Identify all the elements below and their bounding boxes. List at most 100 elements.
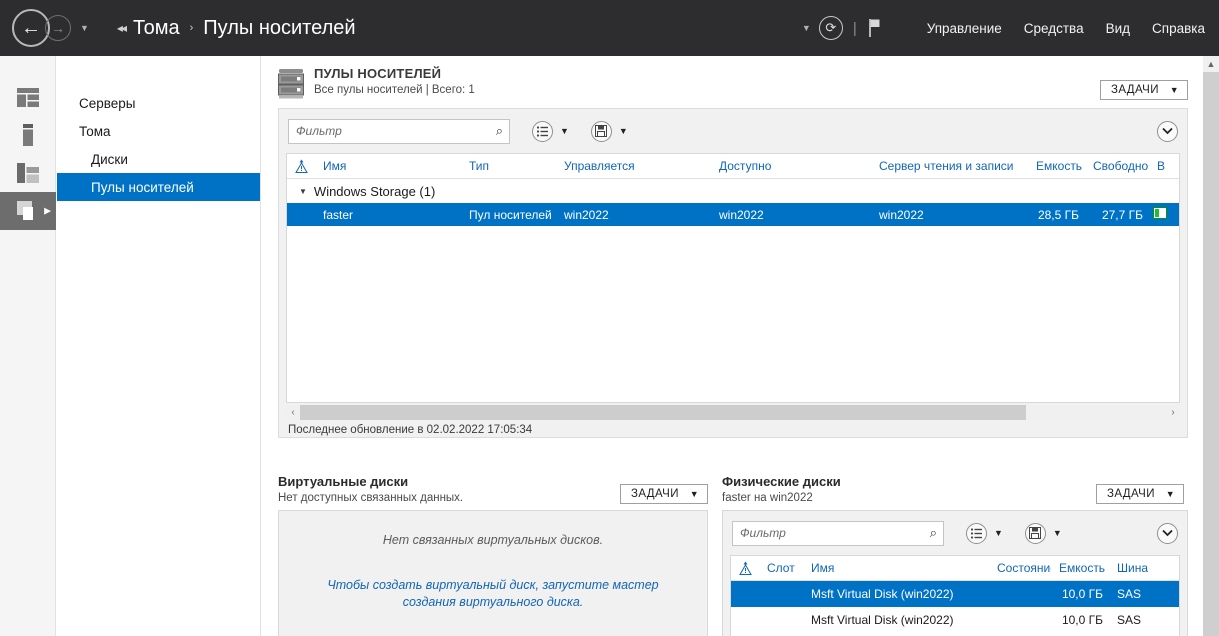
virtual-disks-header: Виртуальные диски Нет доступных связанны…	[278, 474, 708, 504]
title-bar: ← → ▼ ◂◂ Тома › Пулы носителей ▼ ⟳ | Упр…	[0, 0, 1219, 56]
tasks-label: ЗАДАЧИ	[1107, 488, 1155, 500]
sidebar-item-volumes[interactable]: Тома	[57, 117, 260, 145]
table-header-row: Имя Тип Управляется Доступно Сервер чтен…	[287, 154, 1179, 179]
cell-available-to: win2022	[711, 208, 871, 222]
forward-arrow-icon[interactable]: →	[45, 15, 71, 41]
column-header-capacity[interactable]: Емкость	[1028, 159, 1085, 173]
cell-capacity: 10,0 ГБ	[1051, 613, 1109, 627]
pools-filter-bar: ⌕ ▼ ▼	[279, 109, 1187, 153]
cell-free: 27,7 ГБ	[1085, 208, 1149, 222]
virtual-disks-panel: Виртуальные диски Нет доступных связанны…	[278, 474, 708, 636]
create-virtual-disk-link[interactable]: Чтобы создать виртуальный диск, запустит…	[279, 577, 707, 611]
menu-item-help[interactable]: Справка	[1152, 21, 1205, 36]
flag-icon[interactable]	[867, 18, 883, 38]
menu-item-view[interactable]: Вид	[1106, 21, 1130, 36]
scroll-left-icon[interactable]: ‹	[286, 407, 300, 418]
physical-disks-tasks-button[interactable]: ЗАДАЧИ ▼	[1096, 484, 1184, 504]
group-label: Windows Storage (1)	[314, 184, 435, 199]
refresh-icon[interactable]: ⟳	[819, 16, 843, 40]
search-icon[interactable]: ⌕	[930, 525, 937, 541]
column-header-capacity[interactable]: Емкость	[1051, 561, 1109, 575]
column-header-usage[interactable]: В	[1149, 159, 1167, 173]
page-vertical-scrollbar[interactable]: ▲	[1203, 56, 1219, 636]
chevron-down-icon: ▼	[1170, 85, 1179, 95]
search-input[interactable]	[733, 522, 943, 545]
notifications-chevron-icon[interactable]: ▼	[802, 23, 811, 33]
column-header-name[interactable]: Имя	[803, 561, 989, 575]
table-group-row[interactable]: ▼ Windows Storage (1)	[287, 179, 1179, 203]
virtual-disks-subtitle: Нет доступных связанных данных.	[278, 492, 463, 504]
sidebar-item-servers[interactable]: Серверы	[57, 89, 260, 117]
page-subtitle: Все пулы носителей | Всего: 1	[314, 84, 475, 96]
warning-sort-icon[interactable]	[287, 159, 315, 173]
rail-item-all-servers[interactable]	[0, 154, 56, 192]
pd-filter-input-wrap[interactable]: ⌕	[732, 521, 944, 546]
sidebar-nav: Серверы Тома Диски Пулы носителей	[57, 56, 261, 636]
physical-disks-panel: Физические диски faster на win2022 ЗАДАЧ…	[722, 474, 1188, 636]
breadcrumb: ◂◂ Тома › Пулы носителей	[117, 17, 356, 40]
collapse-chevron-icon[interactable]	[1157, 523, 1178, 544]
breadcrumb-separator-icon: ›	[190, 22, 194, 34]
sidebar-item-label: Тома	[79, 124, 111, 139]
virtual-disks-tasks-button[interactable]: ЗАДАЧИ ▼	[620, 484, 708, 504]
list-view-icon[interactable]	[966, 523, 987, 544]
chevron-down-icon[interactable]: ▼	[560, 126, 569, 136]
menu-item-manage[interactable]: Управление	[927, 21, 1002, 36]
chevron-down-icon[interactable]: ▼	[1053, 528, 1062, 538]
collapse-triangle-icon[interactable]: ▼	[299, 187, 307, 196]
sidebar-item-storage-pools[interactable]: Пулы носителей	[57, 173, 260, 201]
pd-view-options: ▼	[966, 523, 1003, 544]
pools-view-options: ▼	[532, 121, 569, 142]
physical-disks-table: Слот Имя Состояние Емкость Шина Msft Vir…	[730, 555, 1180, 636]
physical-disks-title: Физические диски	[722, 474, 841, 489]
sidebar-item-label: Серверы	[79, 96, 136, 111]
cell-managed-by: win2022	[556, 208, 711, 222]
column-header-type[interactable]: Тип	[461, 159, 556, 173]
collapse-chevron-icon[interactable]	[1157, 121, 1178, 142]
scroll-thumb[interactable]	[300, 405, 1026, 420]
column-header-read-write-server[interactable]: Сервер чтения и записи	[871, 159, 1028, 173]
table-row[interactable]: Msft Virtual Disk (win2022) 10,0 ГБ SAS	[731, 607, 1179, 633]
scroll-up-icon[interactable]: ▲	[1203, 56, 1219, 72]
sidebar-item-label: Диски	[91, 152, 128, 167]
rail-item-local-server[interactable]	[0, 116, 56, 154]
breadcrumb-item-storage-pools[interactable]: Пулы носителей	[203, 17, 355, 40]
menu-item-tools[interactable]: Средства	[1024, 21, 1084, 36]
pd-save-options: ▼	[1025, 523, 1062, 544]
sidebar-item-disks[interactable]: Диски	[57, 145, 260, 173]
search-icon[interactable]: ⌕	[496, 123, 503, 139]
table-row[interactable]: Msft Virtual Disk (win2022) 10,0 ГБ SAS	[731, 581, 1179, 607]
column-header-free[interactable]: Свободно	[1085, 159, 1149, 173]
title-bar-right: ▼ ⟳ | Управление Средства Вид Справка	[802, 0, 1219, 56]
column-header-bus[interactable]: Шина	[1109, 561, 1149, 575]
save-query-icon[interactable]	[1025, 523, 1046, 544]
column-header-name[interactable]: Имя	[315, 159, 461, 173]
chevron-down-icon[interactable]: ▼	[619, 126, 628, 136]
column-header-available-to[interactable]: Доступно	[711, 159, 871, 173]
column-header-slot[interactable]: Слот	[759, 561, 803, 575]
table-horizontal-scrollbar[interactable]: ‹ ›	[286, 405, 1180, 420]
warning-sort-icon[interactable]	[731, 561, 759, 575]
rail-item-dashboard[interactable]	[0, 78, 56, 116]
navigation-buttons: ← → ▼	[12, 9, 89, 47]
pools-tasks-button[interactable]: ЗАДАЧИ ▼	[1100, 80, 1188, 100]
breadcrumb-item-volumes[interactable]: Тома	[133, 17, 180, 40]
chevron-down-icon[interactable]: ▼	[994, 528, 1003, 538]
pools-filter-input-wrap[interactable]: ⌕	[288, 119, 510, 144]
last-update-status: Последнее обновление в 02.02.2022 17:05:…	[288, 424, 532, 436]
search-input[interactable]	[289, 120, 509, 143]
rail-expand-arrow-icon[interactable]: ▶	[44, 206, 51, 217]
storage-pools-panel: ⌕ ▼ ▼ Имя	[278, 108, 1188, 438]
rail-item-file-storage-services[interactable]: ▶	[0, 192, 56, 230]
storage-pools-table: Имя Тип Управляется Доступно Сервер чтен…	[286, 153, 1180, 403]
column-header-managed-by[interactable]: Управляется	[556, 159, 711, 173]
scroll-right-icon[interactable]: ›	[1166, 407, 1180, 418]
table-row[interactable]: faster Пул носителей win2022 win2022 win…	[287, 203, 1179, 226]
column-header-status[interactable]: Состояние	[989, 561, 1051, 575]
breadcrumb-back-icon[interactable]: ◂◂	[117, 21, 125, 35]
save-query-icon[interactable]	[591, 121, 612, 142]
chevron-down-icon[interactable]: ▼	[80, 23, 89, 33]
scroll-track[interactable]	[300, 405, 1166, 420]
cell-usage-bar	[1149, 207, 1169, 222]
list-view-icon[interactable]	[532, 121, 553, 142]
